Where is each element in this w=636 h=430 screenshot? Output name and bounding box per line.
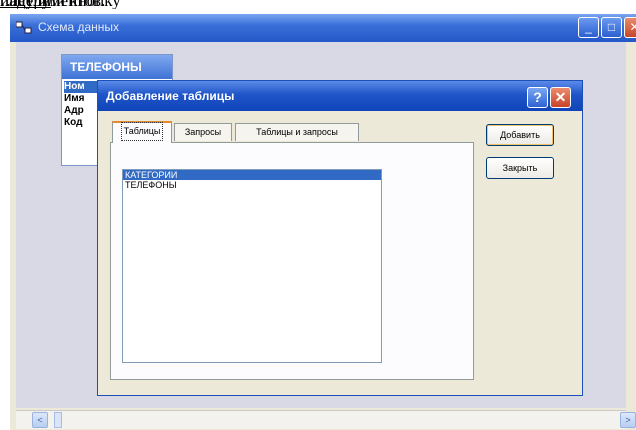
close-icon: ✕ <box>629 20 636 34</box>
maximize-button[interactable]: □ <box>601 17 622 38</box>
chevron-right-icon: > <box>625 415 631 425</box>
minimize-icon: _ <box>585 20 592 34</box>
list-item[interactable]: КАТЕГОРИИ <box>123 170 381 180</box>
scroll-right-button[interactable]: > <box>620 412 636 428</box>
list-item[interactable]: ТЕЛЕФОНЫ <box>123 180 381 190</box>
scroll-thumb[interactable] <box>54 412 62 428</box>
close-dialog-button[interactable]: ✕ <box>550 87 571 108</box>
add-table-dialog-titlebar[interactable]: Добавление таблицы ? ✕ <box>98 81 582 111</box>
tables-list[interactable]: КАТЕГОРИИ ТЕЛЕФОНЫ <box>122 169 382 363</box>
help-button[interactable]: ? <box>527 87 548 108</box>
tab-queries[interactable]: Запросы <box>174 123 232 141</box>
dialog-title: Добавление таблицы <box>106 89 235 103</box>
maximize-icon: □ <box>607 20 616 34</box>
tab-tables[interactable]: Таблицы <box>112 121 172 143</box>
table-field-list-titlebar[interactable]: ТЕЛЕФОНЫ <box>62 55 172 79</box>
relationships-icon <box>16 21 32 34</box>
close-icon: ✕ <box>554 89 567 105</box>
add-button[interactable]: Добавить <box>486 124 554 146</box>
table-field-list-title: ТЕЛЕФОНЫ <box>70 60 142 74</box>
tab-tables-and-queries[interactable]: Таблицы и запросы <box>235 123 359 141</box>
close-button[interactable]: Закрыть <box>486 157 554 179</box>
document-text: …ду или кнопку панели инструментов. <box>0 0 636 9</box>
horizontal-scrollbar[interactable]: < > <box>16 410 636 429</box>
minimize-button[interactable]: _ <box>578 17 599 38</box>
help-icon: ? <box>533 89 542 105</box>
schema-window-title: Схема данных <box>38 20 120 34</box>
scroll-left-button[interactable]: < <box>32 412 48 428</box>
add-table-dialog: Добавление таблицы ? ✕ Таблицы Запросы Т… <box>97 80 583 396</box>
schema-window-titlebar[interactable]: Схема данных _ □ ✕ <box>10 14 636 42</box>
chevron-left-icon: < <box>37 415 43 425</box>
close-window-button[interactable]: ✕ <box>624 17 636 38</box>
